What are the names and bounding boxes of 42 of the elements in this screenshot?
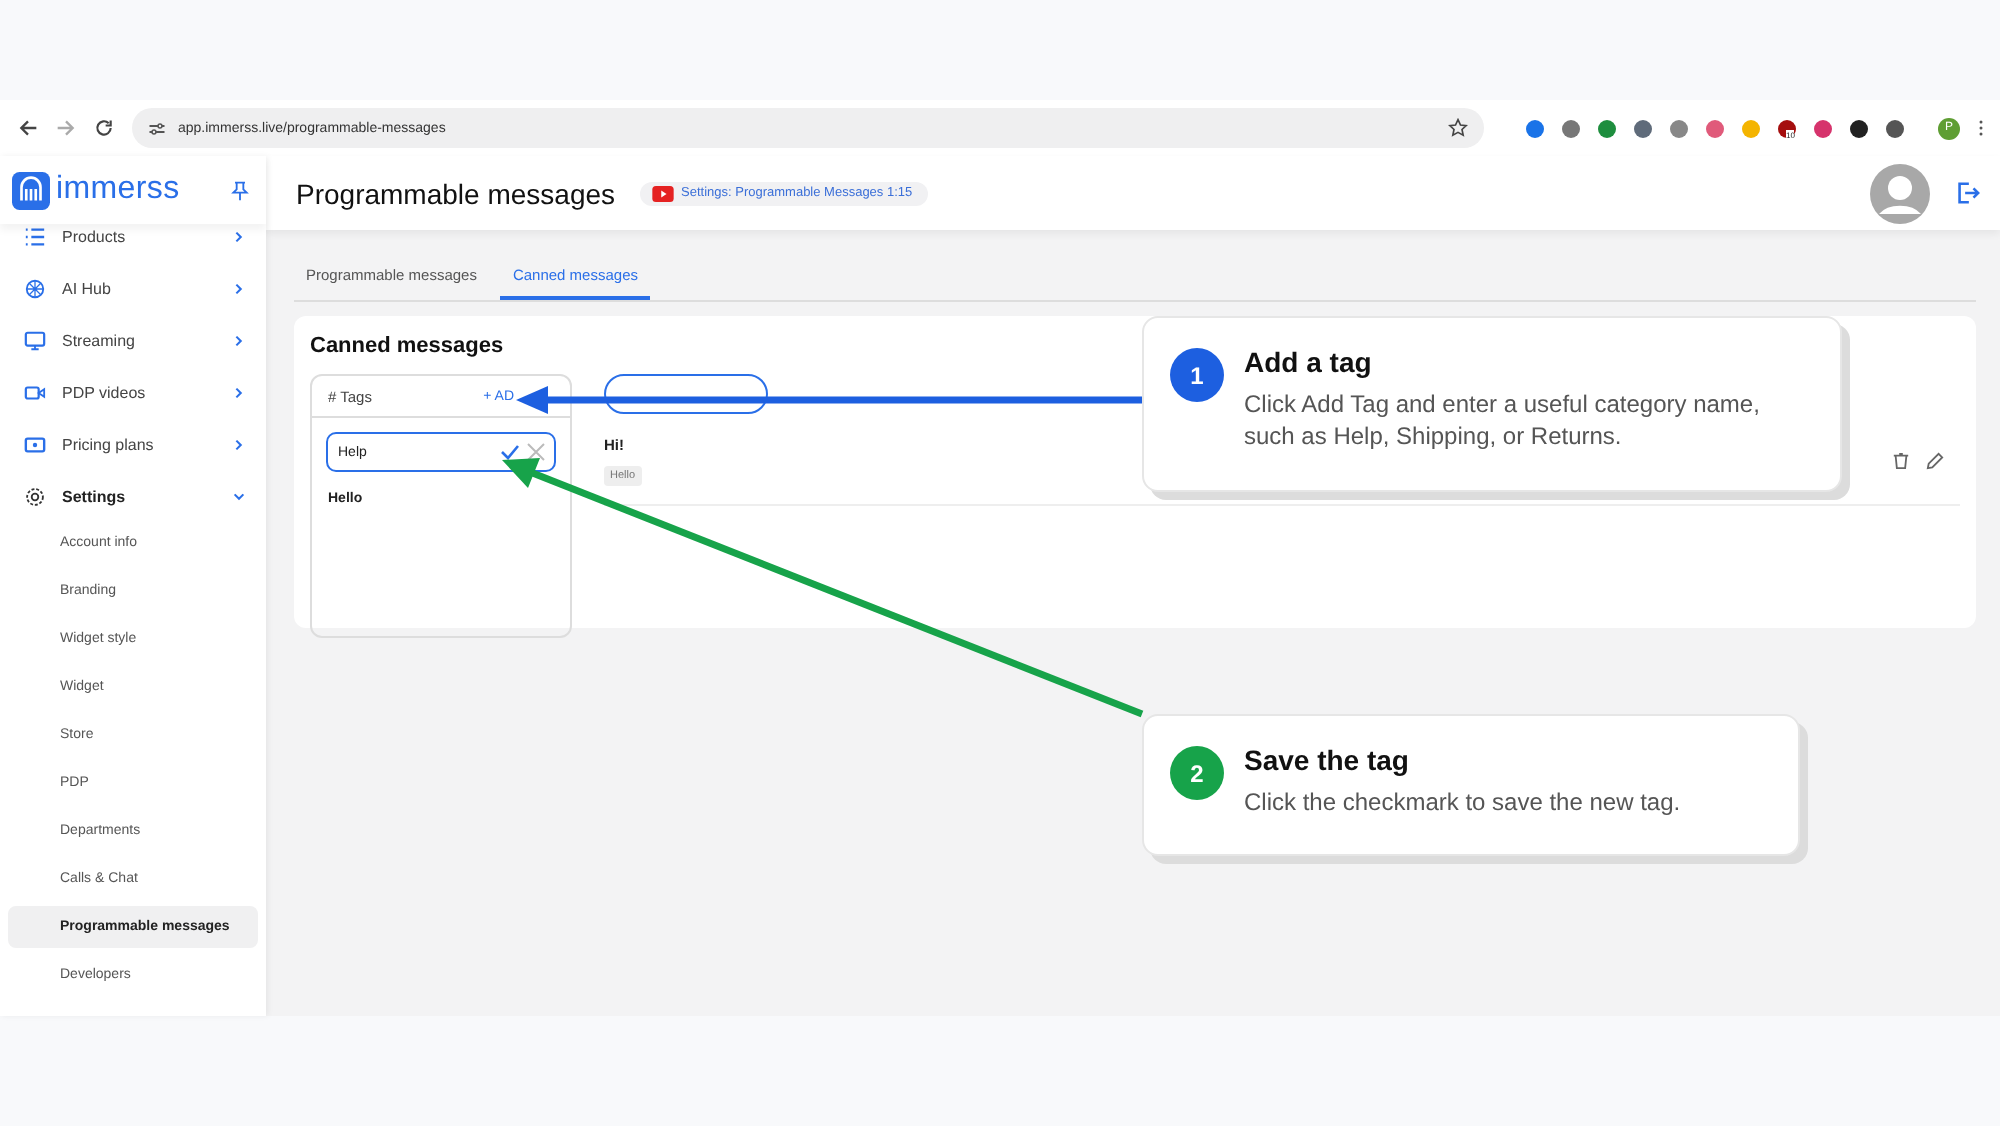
chevron-icon <box>232 437 246 451</box>
monitor-icon <box>24 329 46 351</box>
callout-text: Click Add Tag and enter a useful category name, such as Help, Shipping, or Returns. <box>1244 388 1762 452</box>
callout-title: Add a tag <box>1244 346 1374 378</box>
logout-icon[interactable] <box>1954 180 1980 206</box>
chevron-icon <box>232 385 246 399</box>
logo-icon <box>12 171 50 209</box>
chevron-icon <box>232 489 246 503</box>
menu-icon[interactable] <box>1978 118 1984 138</box>
nav-item[interactable]: PDP videos <box>0 366 266 418</box>
reload-icon[interactable] <box>94 118 114 138</box>
back-icon[interactable] <box>18 118 38 138</box>
pin-icon[interactable] <box>230 179 250 201</box>
star-icon[interactable] <box>1448 118 1468 138</box>
edit-icon[interactable] <box>1926 452 1944 470</box>
chevron-icon <box>232 229 246 243</box>
callout-text: Click the checkmark to save the new tag. <box>1244 786 1681 818</box>
logo-text: immerss <box>56 172 180 208</box>
play-icon <box>651 185 674 201</box>
nav-item[interactable]: Streaming <box>0 314 266 366</box>
outline-button[interactable] <box>604 374 768 414</box>
ai-icon <box>24 277 46 299</box>
chevron-icon <box>232 333 246 347</box>
video-icon <box>24 381 46 403</box>
close-icon[interactable] <box>526 442 546 462</box>
chevron-icon <box>232 281 246 295</box>
site-settings-icon[interactable] <box>148 119 166 137</box>
nav-item[interactable]: Pricing plans <box>0 418 266 470</box>
trash-icon[interactable] <box>1892 452 1910 470</box>
step-number: 1 <box>1170 348 1224 402</box>
card-title: Canned messages <box>310 334 506 358</box>
list-icon <box>24 225 46 247</box>
nav-item[interactable]: AI Hub <box>0 262 266 314</box>
ticket-icon <box>24 433 46 455</box>
settings-icon <box>24 485 46 507</box>
nav-item[interactable]: Settings <box>0 470 266 522</box>
page-title: Programmable messages <box>296 177 616 209</box>
user-avatar[interactable] <box>1870 163 1930 223</box>
callout-title: Save the tag <box>1244 744 1411 776</box>
check-icon[interactable] <box>500 442 520 462</box>
step-number: 2 <box>1170 746 1224 800</box>
nav-item[interactable]: Products <box>0 224 266 262</box>
